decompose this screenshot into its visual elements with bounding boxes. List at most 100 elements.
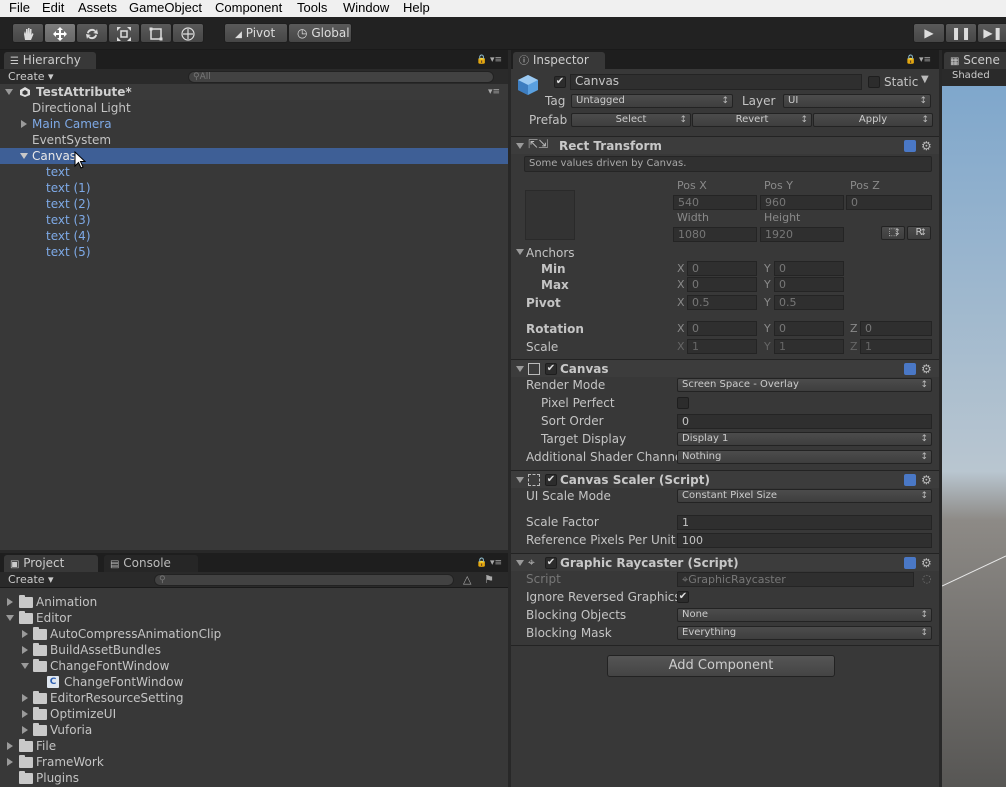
scene-viewport[interactable]	[942, 86, 1006, 787]
rect-tool-button[interactable]	[140, 23, 172, 43]
menu-gameobject[interactable]: GameObject	[129, 0, 202, 16]
anchor-max-x-field[interactable]: 0	[687, 277, 757, 292]
project-file[interactable]: C ChangeFontWindow	[0, 674, 508, 690]
object-name-field[interactable]: Canvas	[570, 74, 862, 90]
help-book-icon[interactable]	[904, 363, 916, 375]
step-button[interactable]: ▶❚	[977, 23, 1006, 43]
panel-menu-icon[interactable]: ▾≡	[919, 55, 931, 65]
filter-type-icon[interactable]: △	[463, 573, 471, 586]
ref-pixels-field[interactable]: 100	[677, 533, 932, 548]
hierarchy-item[interactable]: text (5)	[0, 244, 508, 260]
scale-tool-button[interactable]	[108, 23, 140, 43]
collapse-arrow-icon[interactable]	[516, 143, 524, 149]
menu-help[interactable]: Help	[403, 0, 430, 16]
scaler-enabled-checkbox[interactable]: ✔	[545, 474, 557, 486]
tab-inspector[interactable]: ⓘ Inspector	[513, 52, 605, 69]
tag-icon[interactable]: ⚑	[484, 573, 494, 586]
hierarchy-item[interactable]: text	[0, 164, 508, 180]
ignore-reversed-checkbox[interactable]: ✔	[677, 591, 689, 603]
hierarchy-item[interactable]: Main Camera	[0, 116, 508, 132]
posz-field[interactable]: 0	[846, 195, 932, 210]
collapse-arrow-icon[interactable]	[20, 153, 28, 159]
expand-arrow-icon[interactable]	[7, 742, 13, 750]
tab-hierarchy[interactable]: ☰ Hierarchy	[4, 52, 96, 69]
hierarchy-search-input[interactable]: ⚲All	[188, 71, 494, 83]
sort-order-field[interactable]: 0	[677, 414, 932, 429]
panel-menu-icon[interactable]: ▾≡	[490, 55, 502, 65]
hierarchy-item[interactable]: text (1)	[0, 180, 508, 196]
scene-root-row[interactable]: TestAttribute* ▾≡	[0, 84, 508, 100]
hierarchy-item[interactable]: text (2)	[0, 196, 508, 212]
tab-console[interactable]: ▤ Console	[104, 555, 198, 572]
tab-scene[interactable]: ▦ Scene	[944, 52, 1006, 69]
rect-transform-header[interactable]: ⇱⇲ Rect Transform ⚙	[511, 136, 939, 154]
hand-tool-button[interactable]	[12, 23, 44, 43]
panel-menu-icon[interactable]: ▾≡	[490, 558, 502, 568]
collapse-arrow-icon[interactable]	[516, 366, 524, 372]
project-folder[interactable]: Vuforia	[0, 722, 508, 738]
scale-factor-field[interactable]: 1	[677, 515, 932, 530]
rotation-x-field[interactable]: 0	[687, 321, 757, 336]
tag-dropdown[interactable]: Untagged	[571, 94, 733, 108]
expand-arrow-icon[interactable]	[5, 89, 13, 95]
hierarchy-item[interactable]: text (4)	[0, 228, 508, 244]
posy-field[interactable]: 960	[760, 195, 844, 210]
hierarchy-item[interactable]: EventSystem	[0, 132, 508, 148]
menu-component[interactable]: Component	[215, 0, 282, 16]
pixel-perfect-checkbox[interactable]	[677, 397, 689, 409]
hierarchy-item-selected[interactable]: Canvas	[0, 148, 508, 169]
scale-x-field[interactable]: 1	[687, 339, 757, 354]
project-folder[interactable]: Animation	[0, 594, 508, 610]
collapse-arrow-icon[interactable]	[21, 663, 29, 669]
project-folder[interactable]: BuildAssetBundles	[0, 642, 508, 658]
width-field[interactable]: 1080	[673, 227, 757, 242]
prefab-apply-button[interactable]: Apply	[813, 113, 933, 127]
project-create-button[interactable]: Create ▾	[4, 573, 58, 587]
menu-edit[interactable]: Edit	[42, 0, 64, 16]
anchor-min-y-field[interactable]: 0	[774, 261, 844, 276]
blueprint-mode-button[interactable]: ⬚	[881, 226, 905, 240]
expand-arrow-icon[interactable]	[22, 710, 28, 718]
graphic-raycaster-header[interactable]: ⌖ ✔ Graphic Raycaster (Script) ⚙	[511, 553, 939, 571]
scene-menu-icon[interactable]: ▾≡	[488, 84, 500, 100]
anchor-min-x-field[interactable]: 0	[687, 261, 757, 276]
pivot-x-field[interactable]: 0.5	[687, 295, 757, 310]
lock-icon[interactable]: 🔒	[476, 55, 488, 65]
project-folder[interactable]: FrameWork	[0, 754, 508, 770]
hierarchy-item[interactable]: text (3)	[0, 212, 508, 228]
transform-tool-button[interactable]	[172, 23, 204, 43]
rotation-y-field[interactable]: 0	[774, 321, 844, 336]
pivot-y-field[interactable]: 0.5	[774, 295, 844, 310]
project-folder[interactable]: OptimizeUI	[0, 706, 508, 722]
expand-arrow-icon[interactable]	[22, 646, 28, 654]
expand-arrow-icon[interactable]	[22, 726, 28, 734]
menu-window[interactable]: Window	[343, 0, 389, 16]
canvas-component-header[interactable]: ✔ Canvas ⚙	[511, 359, 939, 377]
hierarchy-item[interactable]: Directional Light	[0, 100, 508, 116]
canvas-enabled-checkbox[interactable]: ✔	[545, 363, 557, 375]
static-checkbox[interactable]	[868, 76, 880, 88]
project-folder[interactable]: EditorResourceSetting	[0, 690, 508, 706]
object-picker-icon[interactable]: ◌	[922, 572, 932, 585]
pause-button[interactable]: ❚❚	[945, 23, 977, 43]
blocking-objects-dropdown[interactable]: None	[677, 608, 932, 622]
gear-icon[interactable]: ⚙	[921, 557, 932, 569]
play-button[interactable]: ▶	[913, 23, 945, 43]
global-toggle[interactable]: ◷ Global	[288, 23, 352, 43]
canvas-scaler-header[interactable]: ✔ Canvas Scaler (Script) ⚙	[511, 470, 939, 488]
add-component-button[interactable]: Add Component	[607, 655, 835, 677]
menu-file[interactable]: File	[9, 0, 30, 16]
move-tool-button[interactable]	[44, 23, 76, 43]
project-folder[interactable]: AutoCompressAnimationClip	[0, 626, 508, 642]
expand-arrow-icon[interactable]	[7, 598, 13, 606]
rotation-z-field[interactable]: 0	[860, 321, 932, 336]
expand-arrow-icon[interactable]	[22, 694, 28, 702]
target-display-dropdown[interactable]: Display 1	[677, 432, 932, 446]
expand-arrow-icon[interactable]	[7, 758, 13, 766]
rotate-tool-button[interactable]	[76, 23, 108, 43]
anchors-label[interactable]: Anchors	[526, 245, 575, 261]
anchor-max-y-field[interactable]: 0	[774, 277, 844, 292]
prefab-revert-button[interactable]: Revert	[692, 113, 812, 127]
shading-mode-dropdown[interactable]: Shaded	[952, 70, 990, 81]
pivot-toggle[interactable]: ◢ Pivot	[224, 23, 288, 43]
